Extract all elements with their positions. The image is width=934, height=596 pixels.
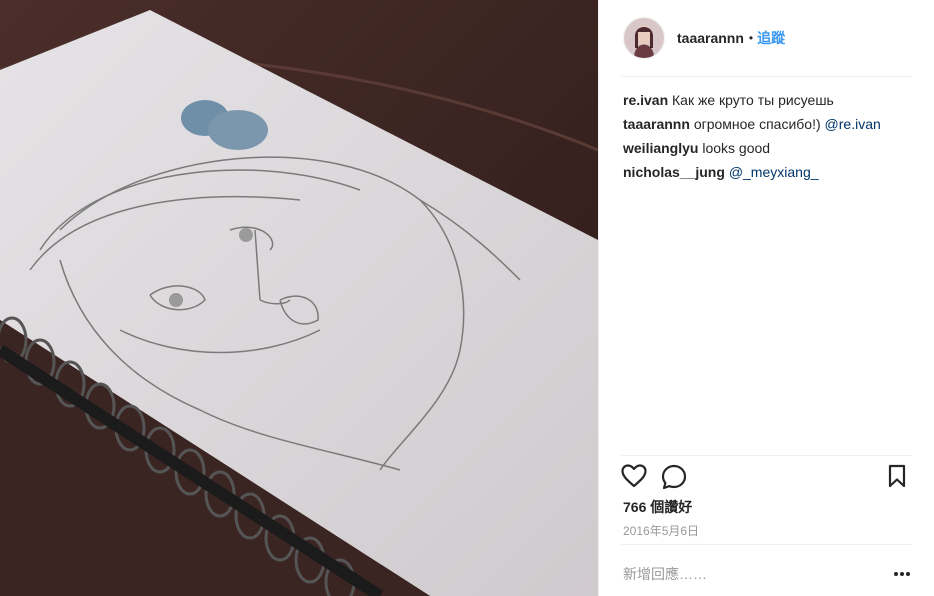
header-divider (621, 76, 911, 77)
comment-username[interactable]: taaarannn (623, 116, 690, 132)
comment-mention[interactable]: @re.ivan (825, 116, 881, 132)
comment-username[interactable]: re.ivan (623, 92, 668, 108)
comment-text: огромное спасибо!) (693, 116, 825, 132)
comment-icon[interactable] (661, 464, 687, 495)
bookmark-icon[interactable] (887, 464, 907, 493)
avatar[interactable] (623, 17, 665, 59)
separator-dot: • (748, 31, 754, 45)
post-header: taaarannn • 追蹤 (623, 16, 785, 60)
comment-item: weilianglyu looks good (623, 136, 913, 160)
like-count[interactable]: 766 個讚好 (623, 497, 692, 517)
comment-list: re.ivan Как же круто ты рисуешь taaarann… (623, 88, 913, 184)
comment-text: Как же круто ты рисуешь (672, 92, 834, 108)
heart-icon[interactable] (621, 464, 647, 493)
comment-username[interactable]: nicholas__jung (623, 164, 725, 180)
post-photo[interactable] (0, 0, 598, 596)
comment-box-divider (621, 544, 911, 545)
add-comment-input[interactable]: 新增回應…… (623, 564, 707, 584)
sketch-image (0, 0, 598, 596)
more-options-icon[interactable] (893, 566, 911, 576)
author-username[interactable]: taaarannn (677, 30, 744, 46)
follow-button[interactable]: 追蹤 (757, 28, 785, 48)
post-sidebar: taaarannn • 追蹤 re.ivan Как же круто ты р… (598, 0, 934, 596)
comment-item: re.ivan Как же круто ты рисуешь (623, 88, 913, 112)
comment-text: looks good (702, 140, 771, 156)
comment-item: nicholas__jung @_meyxiang_ (623, 160, 913, 184)
comment-mention[interactable]: @_meyxiang_ (729, 164, 819, 180)
post-date[interactable]: 2016年5月6日 (623, 522, 699, 539)
comment-item: taaarannn огромное спасибо!) @re.ivan (623, 112, 913, 136)
actions-divider (621, 455, 911, 456)
action-bar (621, 464, 911, 492)
comment-username[interactable]: weilianglyu (623, 140, 698, 156)
